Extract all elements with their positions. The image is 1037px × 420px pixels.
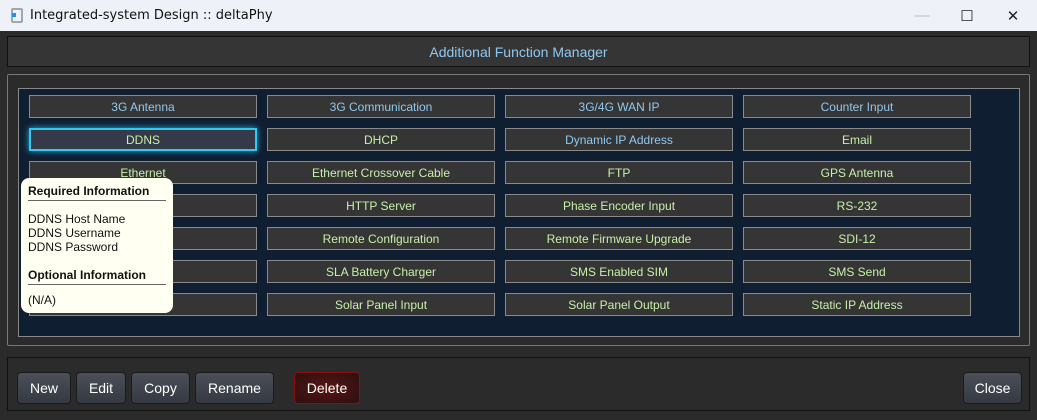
function-button[interactable]: FTP xyxy=(505,161,733,184)
function-button[interactable]: 3G Communication xyxy=(267,95,495,118)
function-button[interactable]: Solar Panel Output xyxy=(505,293,733,316)
edit-button[interactable]: Edit xyxy=(76,372,126,404)
close-button[interactable]: Close xyxy=(963,372,1022,404)
action-bar: New Edit Copy Rename Delete Close xyxy=(7,357,1030,411)
function-button[interactable]: Email xyxy=(743,128,971,151)
minimize-icon[interactable]: — xyxy=(899,0,945,31)
function-button[interactable]: GPS Antenna xyxy=(743,161,971,184)
required-item: DDNS Host Name xyxy=(28,212,126,226)
optional-item: (N/A) xyxy=(28,293,56,307)
function-button[interactable]: Phase Encoder Input xyxy=(505,194,733,217)
title-bar: Integrated-system Design :: deltaPhy — ☐… xyxy=(0,0,1037,31)
copy-button[interactable]: Copy xyxy=(131,372,190,404)
page-title: Additional Function Manager xyxy=(7,36,1030,67)
function-button[interactable]: 3G/4G WAN IP xyxy=(505,95,733,118)
optional-heading: Optional Information xyxy=(28,268,166,285)
required-item: DDNS Username xyxy=(28,226,121,240)
delete-button[interactable]: Delete xyxy=(294,372,360,404)
function-button[interactable]: Dynamic IP Address xyxy=(505,128,733,151)
new-button[interactable]: New xyxy=(17,372,71,404)
function-button[interactable]: Remote Configuration xyxy=(267,227,495,250)
function-button[interactable]: RS-232 xyxy=(743,194,971,217)
function-button[interactable]: SMS Send xyxy=(743,260,971,283)
function-button[interactable]: DDNS xyxy=(29,128,257,151)
function-button[interactable]: 3G Antenna xyxy=(29,95,257,118)
function-button[interactable]: DHCP xyxy=(267,128,495,151)
app-icon xyxy=(11,8,23,23)
function-button[interactable]: HTTP Server xyxy=(267,194,495,217)
required-heading: Required Information xyxy=(28,184,166,201)
function-button[interactable]: Counter Input xyxy=(743,95,971,118)
window-title: Integrated-system Design :: deltaPhy xyxy=(30,8,273,23)
function-button[interactable]: SMS Enabled SIM xyxy=(505,260,733,283)
maximize-icon[interactable]: ☐ xyxy=(944,0,990,31)
function-button[interactable]: Ethernet Crossover Cable xyxy=(267,161,495,184)
rename-button[interactable]: Rename xyxy=(195,372,274,404)
function-button[interactable]: Solar Panel Input xyxy=(267,293,495,316)
function-button[interactable]: SLA Battery Charger xyxy=(267,260,495,283)
function-button[interactable]: SDI-12 xyxy=(743,227,971,250)
required-item: DDNS Password xyxy=(28,240,119,254)
info-tooltip: Required Information DDNS Host Name DDNS… xyxy=(21,178,173,313)
function-button[interactable]: Remote Firmware Upgrade xyxy=(505,227,733,250)
function-button[interactable]: Static IP Address xyxy=(743,293,971,316)
close-icon[interactable]: ✕ xyxy=(990,0,1036,31)
